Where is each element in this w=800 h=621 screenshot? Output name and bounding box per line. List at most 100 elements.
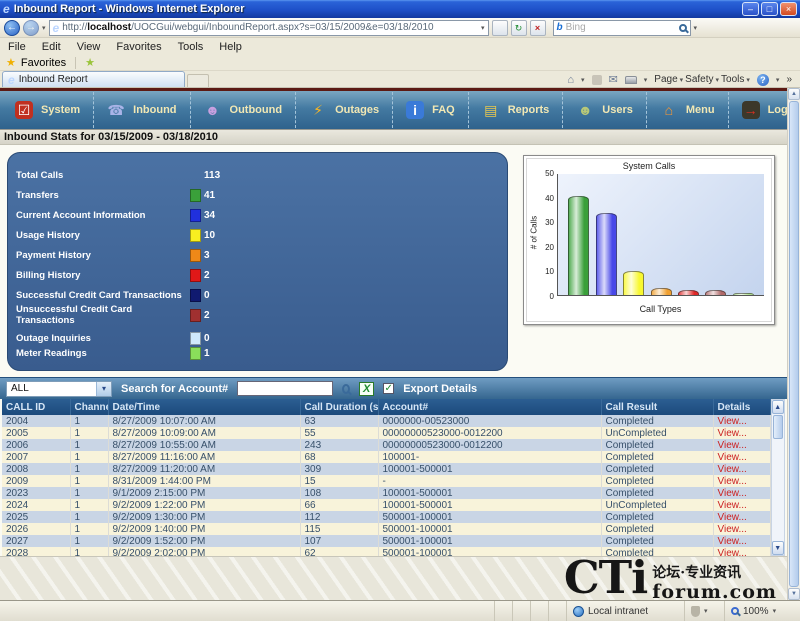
stats-panel: Total Calls 113 Transfers 41 Current Acc — [7, 152, 508, 371]
view-details-link[interactable]: View... — [713, 451, 770, 463]
compatibility-view-button[interactable] — [492, 20, 508, 36]
nav-button[interactable]: ☑ System — [2, 92, 94, 128]
table-row[interactable]: 2026 1 9/2/2009 1:40:00 PM 115 500001-10… — [2, 523, 770, 535]
stop-button[interactable]: × — [530, 20, 546, 36]
cell-result: Completed — [601, 523, 713, 535]
table-row[interactable]: 2009 1 8/31/2009 1:44:00 PM 15 - Complet… — [2, 475, 770, 487]
table-row[interactable]: 2024 1 9/2/2009 1:22:00 PM 66 100001-500… — [2, 499, 770, 511]
command-menu-item[interactable]: Tools▾ — [721, 74, 750, 85]
column-header[interactable]: Account# — [378, 399, 601, 415]
add-favorite-icon[interactable]: ★ — [85, 56, 95, 69]
url-dropdown-icon[interactable]: ▾ — [481, 24, 485, 32]
close-button[interactable]: × — [780, 2, 797, 16]
column-header[interactable]: Call Duration (sec) — [300, 399, 378, 415]
cell-channel: 1 — [70, 451, 108, 463]
view-details-link[interactable]: View... — [713, 511, 770, 523]
minimize-button[interactable]: – — [742, 2, 759, 16]
view-details-link[interactable]: View... — [713, 475, 770, 487]
export-details-checkbox[interactable]: ✓ — [383, 383, 394, 394]
help-icon[interactable]: ? — [757, 74, 769, 86]
nav-icon: ▤ — [482, 101, 500, 119]
filter-dropdown[interactable]: ALL ▾ — [6, 381, 112, 397]
menu-item[interactable]: Tools — [178, 41, 204, 53]
table-row[interactable]: 2027 1 9/2/2009 1:52:00 PM 107 500001-10… — [2, 535, 770, 547]
table-row[interactable]: 2004 1 8/27/2009 10:07:00 AM 63 0000000-… — [2, 415, 770, 427]
overflow-chevron-icon[interactable]: » — [786, 74, 792, 85]
stat-value: 2 — [204, 310, 228, 321]
page-scrollbar[interactable]: ▲ ▼ — [787, 88, 800, 600]
history-dropdown-icon[interactable]: ▾ — [42, 24, 46, 32]
page-scrollbar-thumb[interactable] — [789, 101, 799, 587]
search-icon[interactable] — [679, 24, 687, 32]
account-search-input[interactable] — [237, 381, 333, 396]
nav-button[interactable]: ⌂ Menu — [647, 92, 729, 128]
stat-color-swatch — [190, 347, 201, 360]
view-details-link[interactable]: View... — [713, 463, 770, 475]
command-menu-item[interactable]: Safety▾ — [685, 74, 719, 85]
menu-item[interactable]: Edit — [42, 41, 61, 53]
view-details-link[interactable]: View... — [713, 523, 770, 535]
nav-button[interactable]: i FAQ — [393, 92, 469, 128]
table-row[interactable]: 2008 1 8/27/2009 11:20:00 AM 309 100001-… — [2, 463, 770, 475]
bing-search-box[interactable]: b Bing — [553, 20, 691, 36]
excel-export-icon[interactable]: X — [359, 382, 374, 396]
feed-icon[interactable] — [592, 75, 602, 85]
table-row[interactable]: 2005 1 8/27/2009 10:09:00 AM 55 00000000… — [2, 427, 770, 439]
forward-button[interactable]: → — [23, 20, 39, 36]
scrollbar-thumb[interactable] — [773, 415, 784, 439]
favorites-button[interactable]: Favorites — [21, 57, 66, 69]
scroll-down-icon[interactable]: ▼ — [772, 541, 785, 555]
print-icon[interactable] — [625, 76, 637, 84]
column-header[interactable]: Details — [713, 399, 770, 415]
url-field[interactable]: e http://localhost/UOCGui/webgui/Inbound… — [49, 20, 489, 36]
view-details-link[interactable]: View... — [713, 427, 770, 439]
restore-button[interactable]: □ — [761, 2, 778, 16]
print-dropdown-icon[interactable]: ▾ — [644, 76, 648, 84]
table-row[interactable]: 2023 1 9/1/2009 2:15:00 PM 108 100001-50… — [2, 487, 770, 499]
column-header[interactable]: Call Result — [601, 399, 713, 415]
home-dropdown-icon[interactable]: ▾ — [581, 76, 585, 84]
view-details-link[interactable]: View... — [713, 499, 770, 511]
cell-duration: 107 — [300, 535, 378, 547]
filter-dropdown-value: ALL — [11, 383, 29, 394]
column-header[interactable]: Date/Time — [108, 399, 300, 415]
menu-item[interactable]: View — [77, 41, 101, 53]
view-details-link[interactable]: View... — [713, 535, 770, 547]
column-header[interactable]: Channel — [70, 399, 108, 415]
scroll-up-icon[interactable]: ▲ — [772, 400, 785, 414]
page-scroll-down-icon[interactable]: ▼ — [788, 588, 800, 600]
view-details-link[interactable]: View... — [713, 487, 770, 499]
table-row[interactable]: 2007 1 8/27/2009 11:16:00 AM 68 100001- … — [2, 451, 770, 463]
help-dropdown-icon[interactable]: ▾ — [776, 76, 780, 84]
view-details-link[interactable]: View... — [713, 415, 770, 427]
menu-item[interactable]: Favorites — [116, 41, 161, 53]
table-row[interactable]: 2025 1 9/2/2009 1:30:00 PM 112 500001-10… — [2, 511, 770, 523]
page-scroll-up-icon[interactable]: ▲ — [788, 88, 800, 100]
new-tab-stub[interactable] — [187, 74, 209, 87]
tab-inbound-report[interactable]: e Inbound Report — [2, 71, 185, 87]
table-scrollbar[interactable]: ▲ ▼ — [771, 399, 786, 556]
refresh-button[interactable]: ↻ — [511, 20, 527, 36]
nav-button[interactable]: ▤ Reports — [469, 92, 564, 128]
nav-button[interactable]: ☎ Inbound — [94, 92, 190, 128]
home-icon[interactable]: ⌂ — [567, 74, 574, 86]
menu-item[interactable]: Help — [219, 41, 242, 53]
cell-call-id: 2004 — [2, 415, 70, 427]
table-row[interactable]: 2028 1 9/2/2009 2:02:00 PM 62 500001-100… — [2, 547, 770, 556]
menu-item[interactable]: File — [8, 41, 26, 53]
column-header[interactable]: CALL ID — [2, 399, 70, 415]
back-button[interactable]: ← — [4, 20, 20, 36]
nav-button[interactable]: ☻ Outbound — [191, 92, 297, 128]
protected-mode-cell[interactable]: ▾ — [684, 601, 724, 621]
zoom-control[interactable]: 100% ▾ — [724, 601, 800, 621]
search-dropdown-icon[interactable]: ▾ — [694, 24, 698, 32]
view-details-link[interactable]: View... — [713, 439, 770, 451]
nav-button[interactable]: ☻ Users — [563, 92, 647, 128]
mail-icon[interactable]: ✉ — [609, 73, 618, 86]
table-row[interactable]: 2006 1 8/27/2009 10:55:00 AM 243 0000000… — [2, 439, 770, 451]
command-menu-item[interactable]: Page▾ — [654, 74, 683, 85]
favorites-bar: ★ Favorites ★ — [0, 55, 800, 71]
view-details-link[interactable]: View... — [713, 547, 770, 556]
account-search-icon[interactable] — [342, 384, 350, 394]
nav-button[interactable]: ⚡ Outages — [296, 92, 393, 128]
